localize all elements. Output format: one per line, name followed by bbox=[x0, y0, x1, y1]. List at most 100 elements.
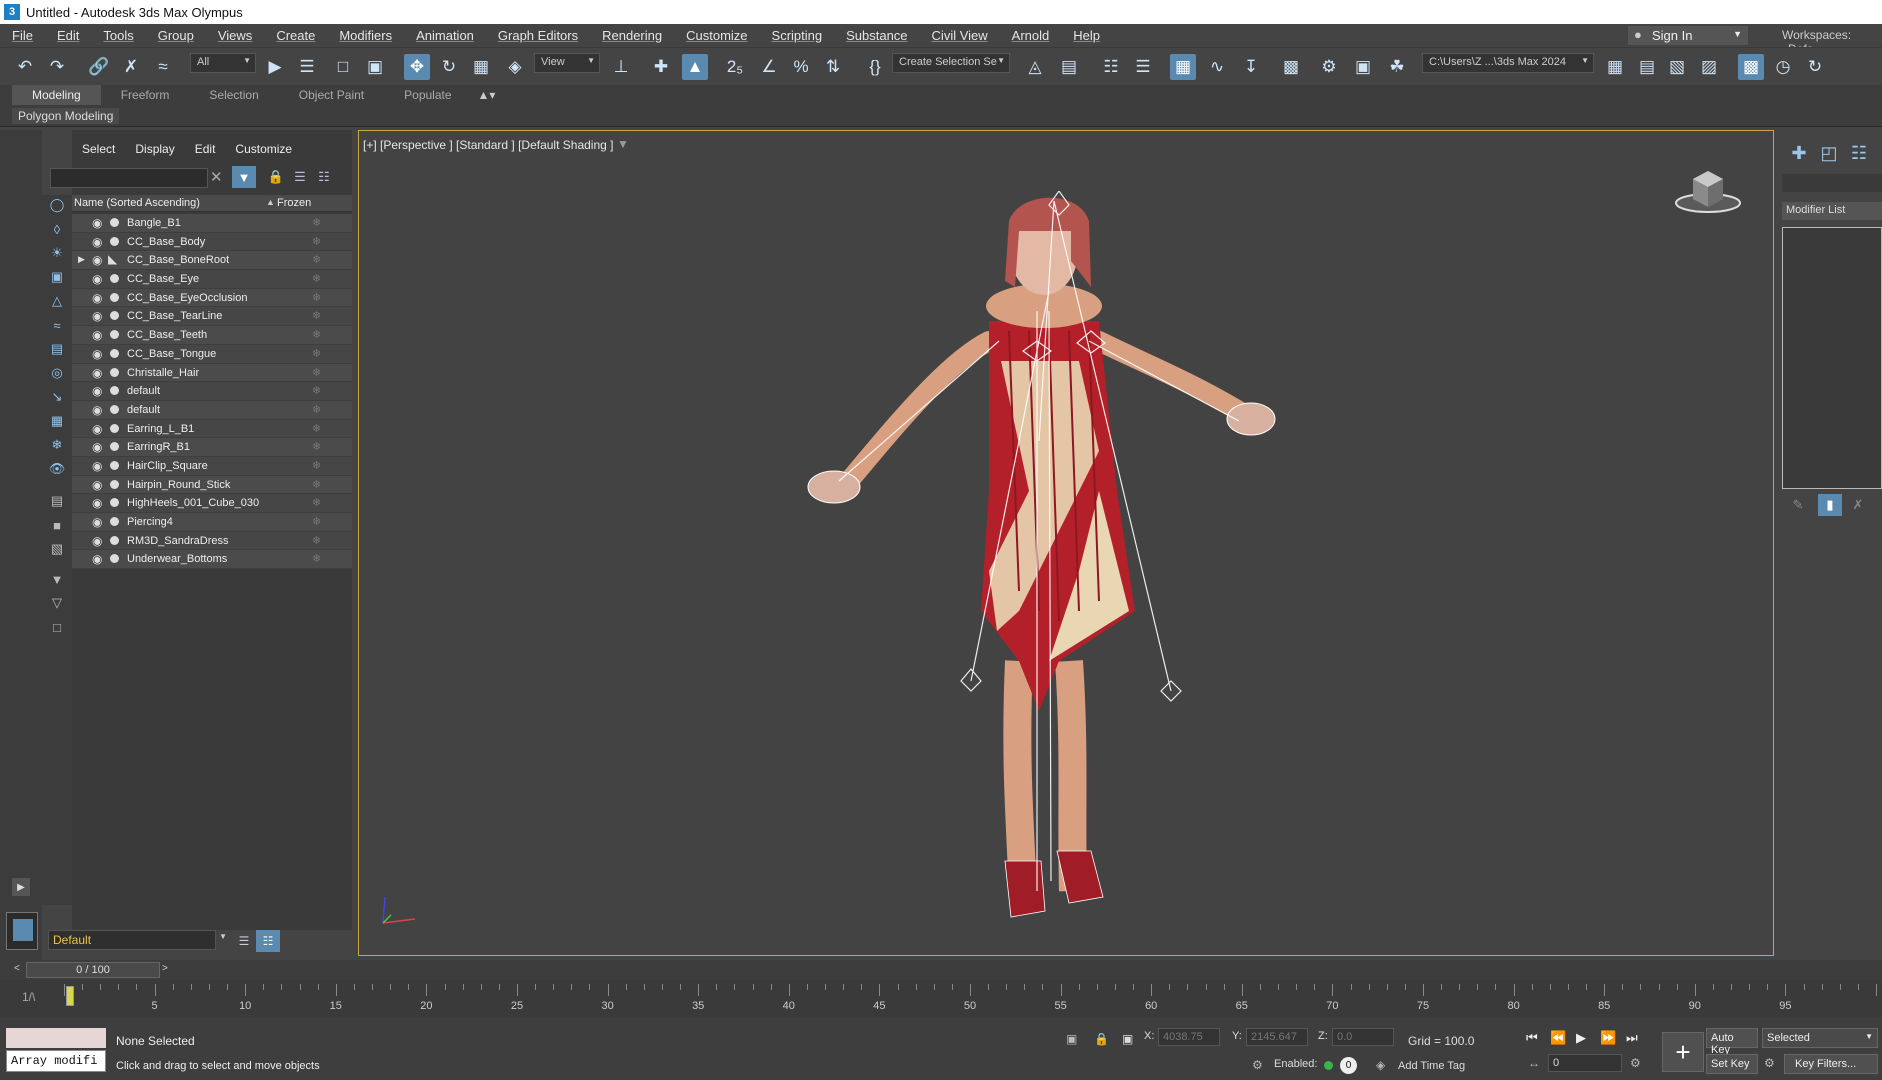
menu-views[interactable]: Views bbox=[206, 28, 264, 43]
freeze-icon[interactable]: ❄ bbox=[312, 216, 321, 229]
y-coordinate-field[interactable]: 2145.647 bbox=[1246, 1028, 1308, 1046]
menu-animation[interactable]: Animation bbox=[404, 28, 486, 43]
menu-help[interactable]: Help bbox=[1061, 28, 1112, 43]
freeze-icon[interactable]: ❄ bbox=[312, 459, 321, 472]
visibility-eye-icon[interactable]: ◉ bbox=[92, 515, 102, 529]
menu-customize[interactable]: Customize bbox=[674, 28, 759, 43]
key-mode-icon[interactable]: ↔ bbox=[1528, 1056, 1540, 1070]
scene-item[interactable]: ◉ CC_Base_Body ❄ bbox=[72, 232, 352, 252]
rectangular-selection-icon[interactable]: □ bbox=[330, 54, 356, 80]
scene-item[interactable]: ◉ HairClip_Square ❄ bbox=[72, 456, 352, 476]
layers-icon[interactable]: ☰ bbox=[232, 930, 256, 952]
scene-menu-customize[interactable]: Customize bbox=[225, 142, 302, 156]
current-frame-field[interactable]: 0 bbox=[1548, 1054, 1622, 1072]
freeze-icon[interactable]: ❄ bbox=[312, 291, 321, 304]
tab-modeling[interactable]: Modeling bbox=[12, 85, 101, 105]
freeze-icon[interactable]: ❄ bbox=[312, 235, 321, 248]
place-icon[interactable]: ◈ bbox=[502, 54, 528, 80]
schematic-view-icon[interactable]: ↧ bbox=[1238, 54, 1264, 80]
x-coordinate-field[interactable]: 4038.75 bbox=[1158, 1028, 1220, 1046]
shapes-filter-icon[interactable]: ◊ bbox=[46, 219, 68, 239]
maxscript-input[interactable]: Array modifi bbox=[6, 1050, 106, 1072]
freeze-icon[interactable]: ❄ bbox=[312, 478, 321, 491]
percent-snap-icon[interactable]: % bbox=[788, 54, 814, 80]
material-editor-icon[interactable]: ▩ bbox=[1278, 54, 1304, 80]
select-scale-icon[interactable]: ▦ bbox=[468, 54, 494, 80]
viewport-label[interactable]: [+] [Perspective ] [Standard ] [Default … bbox=[363, 138, 613, 152]
bind-space-warp-icon[interactable]: ≈ bbox=[150, 54, 176, 80]
freeze-icon[interactable]: ❄ bbox=[312, 440, 321, 453]
menu-civil-view[interactable]: Civil View bbox=[920, 28, 1000, 43]
space-warps-filter-icon[interactable]: ≈ bbox=[46, 315, 68, 335]
visibility-eye-icon[interactable]: ◉ bbox=[92, 478, 102, 492]
named-selection-set-dropdown[interactable]: Create Selection Se ▼ bbox=[892, 53, 1010, 73]
visibility-eye-icon[interactable]: ◉ bbox=[92, 552, 102, 566]
angle-snap-icon[interactable]: ∠ bbox=[756, 54, 782, 80]
snaps-toggle-icon[interactable]: 2₅ bbox=[722, 54, 748, 80]
previous-frame-icon[interactable]: ⏪ bbox=[1550, 1030, 1566, 1046]
time-configuration-icon[interactable]: ⚙ bbox=[1630, 1056, 1641, 1070]
select-move-icon[interactable]: ✥ bbox=[404, 54, 430, 80]
scene-item[interactable]: ◉ CC_Base_Tongue ❄ bbox=[72, 344, 352, 364]
go-to-end-icon[interactable]: ⏭ bbox=[1626, 1030, 1638, 1046]
menu-file[interactable]: File bbox=[0, 28, 45, 43]
visibility-eye-icon[interactable]: ◉ bbox=[92, 384, 102, 398]
select-by-name-icon[interactable]: ☰ bbox=[294, 54, 320, 80]
select-manipulate-icon[interactable]: ✚ bbox=[648, 54, 674, 80]
menu-edit[interactable]: Edit bbox=[45, 28, 91, 43]
ribbon-toggle-icon[interactable]: ▦ bbox=[1170, 54, 1196, 80]
layer-sort-icon[interactable]: ☷ bbox=[312, 166, 336, 188]
project-folder-dropdown[interactable]: C:\Users\Z ...\3ds Max 2024 ▼ bbox=[1422, 53, 1594, 73]
track-bar[interactable]: 1/\ 5 10 15 20 25 30 35 40 45 50 55 60 65 70 75 80 85 90 9… bbox=[0, 980, 1882, 1018]
key-mode-selected-dropdown[interactable]: Selected ▼ bbox=[1762, 1028, 1878, 1048]
freeze-icon[interactable]: ❄ bbox=[312, 272, 321, 285]
selection-lock-icon[interactable]: 🔒 bbox=[1094, 1032, 1109, 1046]
scene-item[interactable]: ◉ default ❄ bbox=[72, 400, 352, 420]
visibility-eye-icon[interactable]: ◉ bbox=[92, 272, 102, 286]
open-icon[interactable]: ▤ bbox=[1634, 54, 1660, 80]
command-panel-name-field[interactable] bbox=[1782, 174, 1882, 192]
frozen-filter-icon[interactable]: ❄ bbox=[46, 435, 68, 455]
freeze-icon[interactable]: ❄ bbox=[312, 309, 321, 322]
menu-rendering[interactable]: Rendering bbox=[590, 28, 674, 43]
play-icon[interactable]: ▶ bbox=[1576, 1030, 1586, 1046]
scene-item[interactable]: ◉ CC_Base_EyeOcclusion ❄ bbox=[72, 288, 352, 308]
set-key-button[interactable]: Set Key bbox=[1706, 1054, 1758, 1074]
next-frame-icon[interactable]: ⏩ bbox=[1600, 1030, 1616, 1046]
visibility-eye-icon[interactable]: ◉ bbox=[92, 347, 102, 361]
modifier-list-dropdown[interactable]: Modifier List bbox=[1782, 202, 1882, 220]
export-icon[interactable]: ▨ bbox=[1696, 54, 1722, 80]
curve-editor-icon[interactable]: ∿ bbox=[1204, 54, 1230, 80]
pivot-center-icon[interactable]: ⊥ bbox=[608, 54, 634, 80]
history-icon[interactable]: ↻ bbox=[1802, 54, 1828, 80]
modifier-stack[interactable] bbox=[1782, 227, 1882, 489]
filter-icon[interactable]: ▼ bbox=[232, 166, 256, 188]
viewport-filter-icon[interactable]: ▼ bbox=[617, 137, 629, 151]
scene-item[interactable]: ◉ CC_Base_TearLine ❄ bbox=[72, 307, 352, 327]
hierarchy-sort-icon[interactable]: ☰ bbox=[288, 166, 312, 188]
scene-menu-display[interactable]: Display bbox=[125, 142, 184, 156]
scene-item[interactable]: ◉ default ❄ bbox=[72, 382, 352, 401]
scene-item[interactable]: ◉ Piercing4 ❄ bbox=[72, 513, 352, 532]
freeze-icon[interactable]: ❄ bbox=[312, 347, 321, 360]
keyboard-shortcut-override-icon[interactable]: ▲ bbox=[682, 54, 708, 80]
visibility-eye-icon[interactable]: ◉ bbox=[92, 534, 102, 548]
tab-object-paint[interactable]: Object Paint bbox=[279, 85, 384, 105]
select-object-icon[interactable]: ▶ bbox=[262, 54, 288, 80]
redo-icon[interactable]: ↷ bbox=[44, 54, 70, 80]
filter-funnel-icon[interactable]: ▽ bbox=[46, 593, 68, 613]
maxscript-listener-output[interactable] bbox=[6, 1028, 106, 1048]
unlink-icon[interactable]: ✗ bbox=[118, 54, 144, 80]
visibility-eye-icon[interactable]: ◉ bbox=[92, 459, 102, 473]
time-tag-icon[interactable]: ◈ bbox=[1376, 1058, 1385, 1072]
freeze-icon[interactable]: ❄ bbox=[312, 366, 321, 379]
pin-stack-icon[interactable]: ✎ bbox=[1786, 494, 1810, 516]
clock-icon[interactable]: ◷ bbox=[1770, 54, 1796, 80]
viewport-layout-icon[interactable]: ▩ bbox=[1738, 54, 1764, 80]
menu-modifiers[interactable]: Modifiers bbox=[327, 28, 404, 43]
expand-arrow-icon[interactable]: ▶ bbox=[78, 254, 85, 265]
containers-filter-icon[interactable]: ▦ bbox=[46, 411, 68, 431]
filter-funnel-icon[interactable]: ▼ bbox=[46, 569, 68, 589]
hierarchy-tab-icon[interactable]: ☷ bbox=[1846, 140, 1872, 166]
polygon-modeling-label[interactable]: Polygon Modeling bbox=[12, 108, 120, 124]
